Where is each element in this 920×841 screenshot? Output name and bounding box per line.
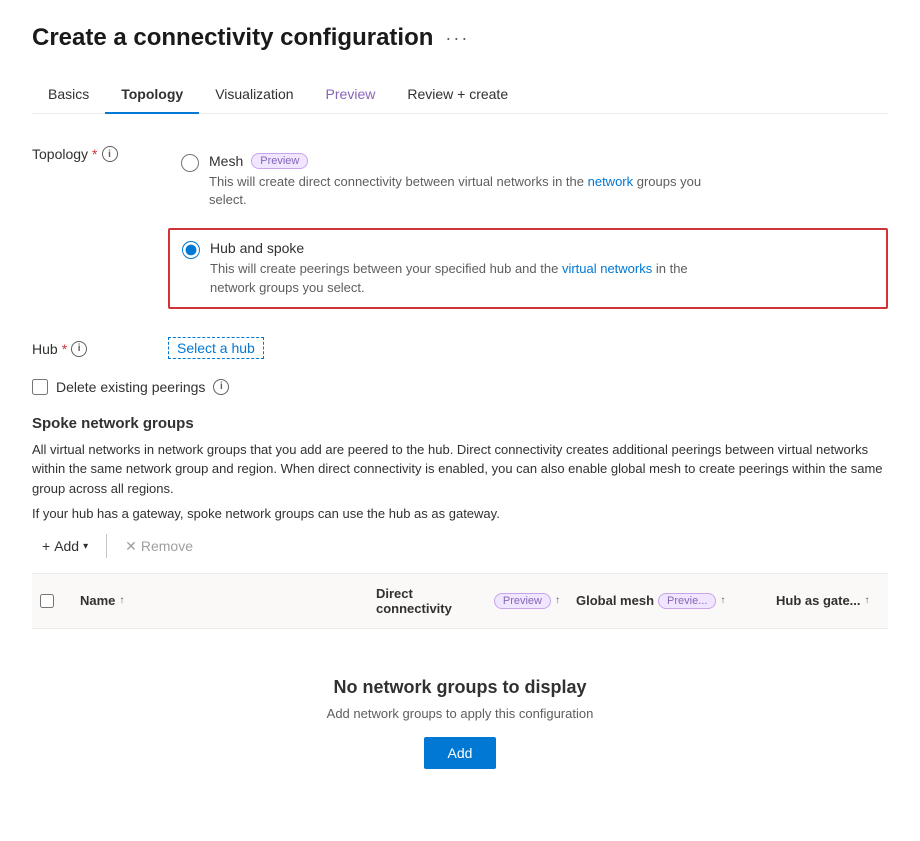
- th-checkbox: [32, 582, 72, 620]
- remove-x-icon: ✕: [125, 538, 137, 555]
- add-chevron-icon: ▾: [83, 541, 88, 552]
- th-name[interactable]: Name ↑: [72, 582, 368, 620]
- more-options-icon[interactable]: ···: [445, 28, 469, 49]
- tab-preview[interactable]: Preview: [310, 76, 392, 114]
- table-header: Name ↑ Direct connectivity Preview ↑ Glo…: [32, 574, 888, 629]
- remove-button[interactable]: ✕ Remove: [115, 532, 203, 561]
- toolbar-separator: [106, 534, 107, 558]
- hub-field-row: Hub * i Select a hub: [32, 337, 888, 359]
- topology-mesh-description: This will create direct connectivity bet…: [209, 173, 709, 209]
- empty-state-title: No network groups to display: [333, 677, 586, 698]
- th-name-sort-icon: ↑: [119, 595, 124, 606]
- delete-peerings-row: Delete existing peerings i: [32, 379, 888, 395]
- topology-options: Mesh Preview This will create direct con…: [168, 142, 888, 317]
- empty-state: No network groups to display Add network…: [32, 629, 888, 817]
- table-select-all-checkbox[interactable]: [40, 594, 54, 608]
- topology-mesh-radio[interactable]: [181, 154, 199, 172]
- topology-label: Topology * i: [32, 142, 152, 162]
- empty-state-description: Add network groups to apply this configu…: [327, 706, 594, 721]
- th-hub-as-gate-sort-icon: ↑: [865, 595, 870, 606]
- topology-hub-spoke-radio[interactable]: [182, 241, 200, 259]
- add-icon: +: [42, 538, 50, 554]
- th-direct-connectivity[interactable]: Direct connectivity Preview ↑: [368, 582, 568, 620]
- topology-hub-spoke-title: Hub and spoke: [210, 240, 710, 256]
- th-global-mesh-sort-icon: ↑: [720, 595, 725, 606]
- page-title: Create a connectivity configuration: [32, 24, 433, 52]
- hub-required-indicator: *: [62, 341, 67, 357]
- th-direct-connectivity-sort-icon: ↑: [555, 595, 560, 606]
- hub-info-icon[interactable]: i: [71, 341, 87, 357]
- spoke-desc-1: All virtual networks in network groups t…: [32, 440, 888, 499]
- mesh-preview-badge: Preview: [251, 153, 308, 169]
- direct-connectivity-preview-badge: Preview: [494, 593, 551, 609]
- topology-mesh-option: Mesh Preview This will create direct con…: [168, 142, 888, 220]
- mesh-network-link[interactable]: network: [588, 174, 634, 189]
- spoke-desc-2: If your hub has a gateway, spoke network…: [32, 504, 888, 524]
- delete-peerings-info-icon[interactable]: i: [213, 379, 229, 395]
- topology-mesh-label-group: Mesh Preview This will create direct con…: [209, 153, 709, 209]
- form-section: Topology * i Mesh Preview This will crea…: [32, 142, 888, 817]
- toolbar: + Add ▾ ✕ Remove: [32, 532, 888, 561]
- hub-label: Hub * i: [32, 337, 152, 357]
- tabs-container: Basics Topology Visualization Preview Re…: [32, 76, 888, 114]
- th-global-mesh[interactable]: Global mesh Previe... ↑: [568, 582, 768, 620]
- topology-mesh-title: Mesh Preview: [209, 153, 709, 169]
- th-hub-as-gate[interactable]: Hub as gate... ↑: [768, 582, 888, 620]
- delete-peerings-checkbox[interactable]: [32, 379, 48, 395]
- topology-info-icon[interactable]: i: [102, 146, 118, 162]
- tab-basics[interactable]: Basics: [32, 76, 105, 114]
- page-title-row: Create a connectivity configuration ···: [32, 24, 888, 52]
- topology-required-indicator: *: [92, 146, 97, 162]
- topology-hub-spoke-option: Hub and spoke This will create peerings …: [168, 228, 888, 308]
- tab-visualization[interactable]: Visualization: [199, 76, 309, 114]
- tab-review-create[interactable]: Review + create: [391, 76, 524, 114]
- global-mesh-preview-badge: Previe...: [658, 593, 716, 609]
- topology-hub-spoke-label-group: Hub and spoke This will create peerings …: [210, 240, 710, 296]
- select-hub-link[interactable]: Select a hub: [168, 337, 264, 359]
- spoke-section-title: Spoke network groups: [32, 415, 888, 432]
- empty-state-add-button[interactable]: Add: [424, 737, 497, 769]
- spoke-section: Spoke network groups All virtual network…: [32, 415, 888, 817]
- table-container: Name ↑ Direct connectivity Preview ↑ Glo…: [32, 573, 888, 817]
- add-button[interactable]: + Add ▾: [32, 532, 98, 560]
- topology-field-row: Topology * i Mesh Preview This will crea…: [32, 142, 888, 317]
- hub-spoke-virtual-link[interactable]: virtual networks: [562, 261, 652, 276]
- topology-hub-spoke-description: This will create peerings between your s…: [210, 260, 710, 296]
- hub-field-content: Select a hub: [168, 337, 888, 359]
- tab-topology[interactable]: Topology: [105, 76, 199, 114]
